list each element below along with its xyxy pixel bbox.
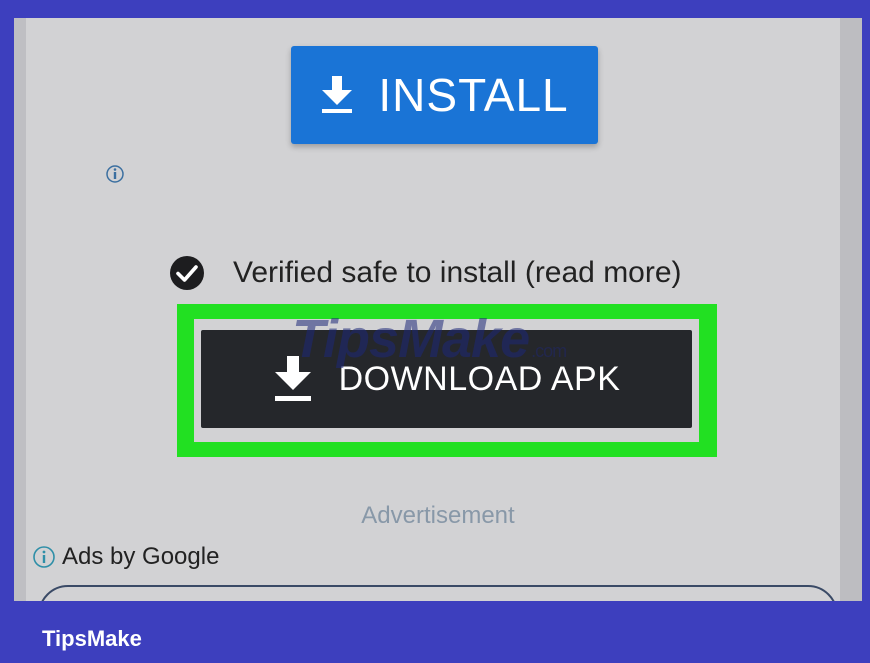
info-icon[interactable]: [104, 163, 126, 185]
check-circle-icon: [170, 256, 204, 290]
phone-screen: INSTALL Verified safe to install (read m…: [14, 18, 862, 601]
footer-brand: TipsMake: [42, 626, 142, 651]
watermark-brand: TipsMake: [292, 309, 530, 369]
install-button[interactable]: INSTALL: [291, 46, 598, 144]
advertisement-label: Advertisement: [361, 502, 515, 529]
image-frame: INSTALL Verified safe to install (read m…: [0, 0, 870, 663]
watermark-logo: TipsMake .com: [292, 308, 567, 378]
ads-by-text: Ads by Google: [62, 543, 220, 570]
ad-container[interactable]: [38, 585, 838, 601]
ads-by-google[interactable]: Ads by Google: [32, 542, 219, 572]
verified-row[interactable]: Verified safe to install (read more): [169, 253, 682, 293]
download-icon: [322, 76, 353, 113]
install-button-label: INSTALL: [378, 69, 569, 121]
verified-text: Verified safe to install (read more): [233, 256, 682, 289]
info-icon: [33, 546, 55, 568]
watermark-suffix: .com: [531, 341, 567, 361]
